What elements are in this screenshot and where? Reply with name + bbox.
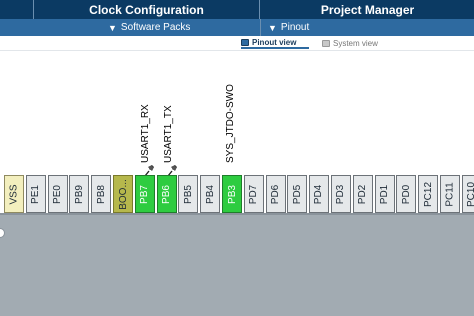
pin-label: PC11: [444, 181, 456, 207]
system-view-label: System view: [333, 38, 378, 48]
pin-label: PD1: [379, 184, 391, 204]
pin-label: PB5: [182, 184, 194, 204]
chevron-down-icon: ▼: [108, 22, 117, 33]
pinout-view-label: Pinout view: [252, 37, 297, 47]
pinout-view-tab[interactable]: Pinout view: [241, 37, 309, 49]
tab-pinout-configuration-stub[interactable]: [0, 0, 34, 19]
pin-pd4[interactable]: PD4: [309, 175, 330, 213]
pin-boo[interactable]: BOO...: [113, 175, 133, 213]
pin-pd5[interactable]: PD5: [287, 175, 308, 213]
pin-label: PD0: [400, 184, 412, 204]
pinout-menu[interactable]: ▼ Pinout: [268, 19, 309, 36]
software-packs-label: Software Packs: [120, 22, 191, 33]
pin-label: PB3: [226, 184, 238, 204]
pin-label: PD3: [335, 184, 347, 204]
chip-body: [0, 213, 474, 316]
pin-pd2[interactable]: PD2: [352, 175, 373, 213]
pin-pc11[interactable]: PC11: [440, 175, 460, 213]
signal-label-pb3: SYS_JTDO-SWO: [225, 84, 236, 163]
pin-pb9[interactable]: PB9: [69, 175, 90, 213]
pin-pb5[interactable]: PB5: [178, 175, 199, 213]
pin-label: PE1: [30, 184, 42, 204]
top-nav-bar: Clock Configuration Project Manager: [0, 0, 474, 19]
signal-label-pb7: USART1_RX: [140, 104, 151, 163]
pin-pd6[interactable]: PD6: [265, 175, 286, 213]
signal-label-pb6: USART1_TX: [163, 105, 174, 163]
pin-row: VSS PE1 PE0 PB9 PB8 BOO... PB7 PB6 PB5 PB4 PB3 PD7 P…: [0, 175, 474, 213]
toolbar-separator: [0, 50, 474, 51]
tab-clock-configuration[interactable]: Clock Configuration: [34, 0, 260, 19]
pin-pe0[interactable]: PE0: [47, 175, 68, 213]
pin-pd1[interactable]: PD1: [374, 175, 395, 213]
pin-pb3[interactable]: PB3: [222, 175, 242, 213]
pin-label: PD5: [291, 184, 303, 204]
pin-label: PE0: [52, 184, 64, 204]
software-packs-menu[interactable]: ▼ Software Packs: [108, 19, 190, 36]
pin-pb7[interactable]: PB7: [134, 175, 155, 213]
pin-label: PD2: [357, 184, 369, 204]
pin-pd7[interactable]: PD7: [243, 175, 264, 213]
system-icon: [322, 39, 330, 47]
pinout-menu-label: Pinout: [280, 22, 310, 33]
pin-pc12[interactable]: PC12: [418, 175, 439, 213]
pin-pc10[interactable]: PC10: [461, 175, 474, 213]
sub-nav-bar: ▼ Software Packs ▼ Pinout: [0, 19, 474, 36]
pin-pb8[interactable]: PB8: [91, 175, 112, 213]
pin-label: PD7: [248, 184, 260, 204]
pin-label: PC10: [466, 181, 474, 207]
chevron-down-icon: ▼: [268, 22, 277, 33]
pin-label: BOO...: [117, 178, 129, 210]
pin-label: PD4: [313, 184, 325, 204]
pin-label: PB4: [204, 184, 216, 204]
pin-label: VSS: [8, 183, 20, 205]
pin-pd3[interactable]: PD3: [331, 175, 351, 213]
pin-label: PB6: [161, 184, 173, 204]
pin-pb4[interactable]: PB4: [200, 175, 221, 213]
pin-pb6[interactable]: PB6: [156, 175, 177, 213]
pin-label: PB7: [139, 184, 151, 204]
pin-label: PB9: [73, 184, 85, 204]
pin-vss[interactable]: VSS: [4, 175, 24, 213]
sub-bar-divider: [260, 19, 261, 36]
tab-project-manager[interactable]: Project Manager: [261, 0, 474, 19]
chip-icon: [241, 38, 249, 46]
pin-label: PB8: [95, 184, 107, 204]
system-view-tab[interactable]: System view: [322, 37, 378, 49]
pin-label: PC12: [422, 181, 434, 207]
pin-label: PD6: [270, 184, 282, 204]
pin-pe1[interactable]: PE1: [25, 175, 46, 213]
pin-pd0[interactable]: PD0: [396, 175, 417, 213]
